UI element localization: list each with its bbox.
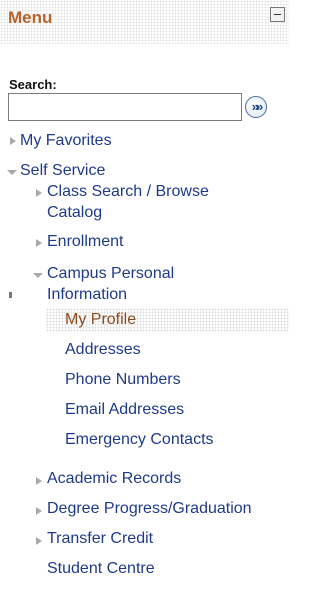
triangle-down-icon[interactable] (7, 170, 17, 175)
menu-item-email-addresses[interactable]: Email Addresses (65, 400, 184, 420)
menu-item-campus-personal-line1[interactable]: Campus Personal (47, 264, 174, 284)
triangle-right-icon[interactable] (10, 137, 16, 145)
search-input[interactable] (8, 93, 242, 121)
menu-item-my-favorites[interactable]: My Favorites (20, 131, 112, 151)
menu-item-academic-records[interactable]: Academic Records (47, 469, 181, 489)
menu-title: Menu (8, 8, 53, 27)
triangle-right-icon[interactable] (36, 537, 42, 545)
menu-item-campus-personal-line2[interactable]: Information (47, 285, 127, 305)
triangle-right-icon[interactable] (36, 477, 42, 485)
menu-item-self-service[interactable]: Self Service (20, 161, 105, 181)
menu-item-enrollment[interactable]: Enrollment (47, 232, 123, 252)
triangle-down-icon[interactable] (33, 273, 43, 278)
menu-item-transfer-credit[interactable]: Transfer Credit (47, 529, 153, 549)
double-chevron-right-icon: »» (251, 99, 263, 114)
menu-item-degree-progress[interactable]: Degree Progress/Graduation (47, 499, 252, 519)
menu-item-class-search-line2[interactable]: Catalog (47, 203, 102, 223)
search-label: Search: (9, 77, 57, 92)
menu-item-addresses[interactable]: Addresses (65, 340, 141, 360)
menu-item-emergency-contacts[interactable]: Emergency Contacts (65, 430, 214, 450)
triangle-right-icon[interactable] (36, 239, 42, 247)
triangle-right-icon[interactable] (36, 189, 42, 197)
menu-item-my-profile[interactable]: My Profile (65, 310, 136, 330)
triangle-right-icon[interactable] (36, 507, 42, 515)
menu-item-student-centre[interactable]: Student Centre (47, 559, 155, 579)
menu-item-phone-numbers[interactable]: Phone Numbers (65, 370, 181, 390)
collapse-minus-icon[interactable] (270, 7, 285, 22)
search-button[interactable]: »» (245, 96, 267, 118)
menu-item-class-search-line1[interactable]: Class Search / Browse (47, 182, 209, 202)
marker (9, 292, 12, 298)
